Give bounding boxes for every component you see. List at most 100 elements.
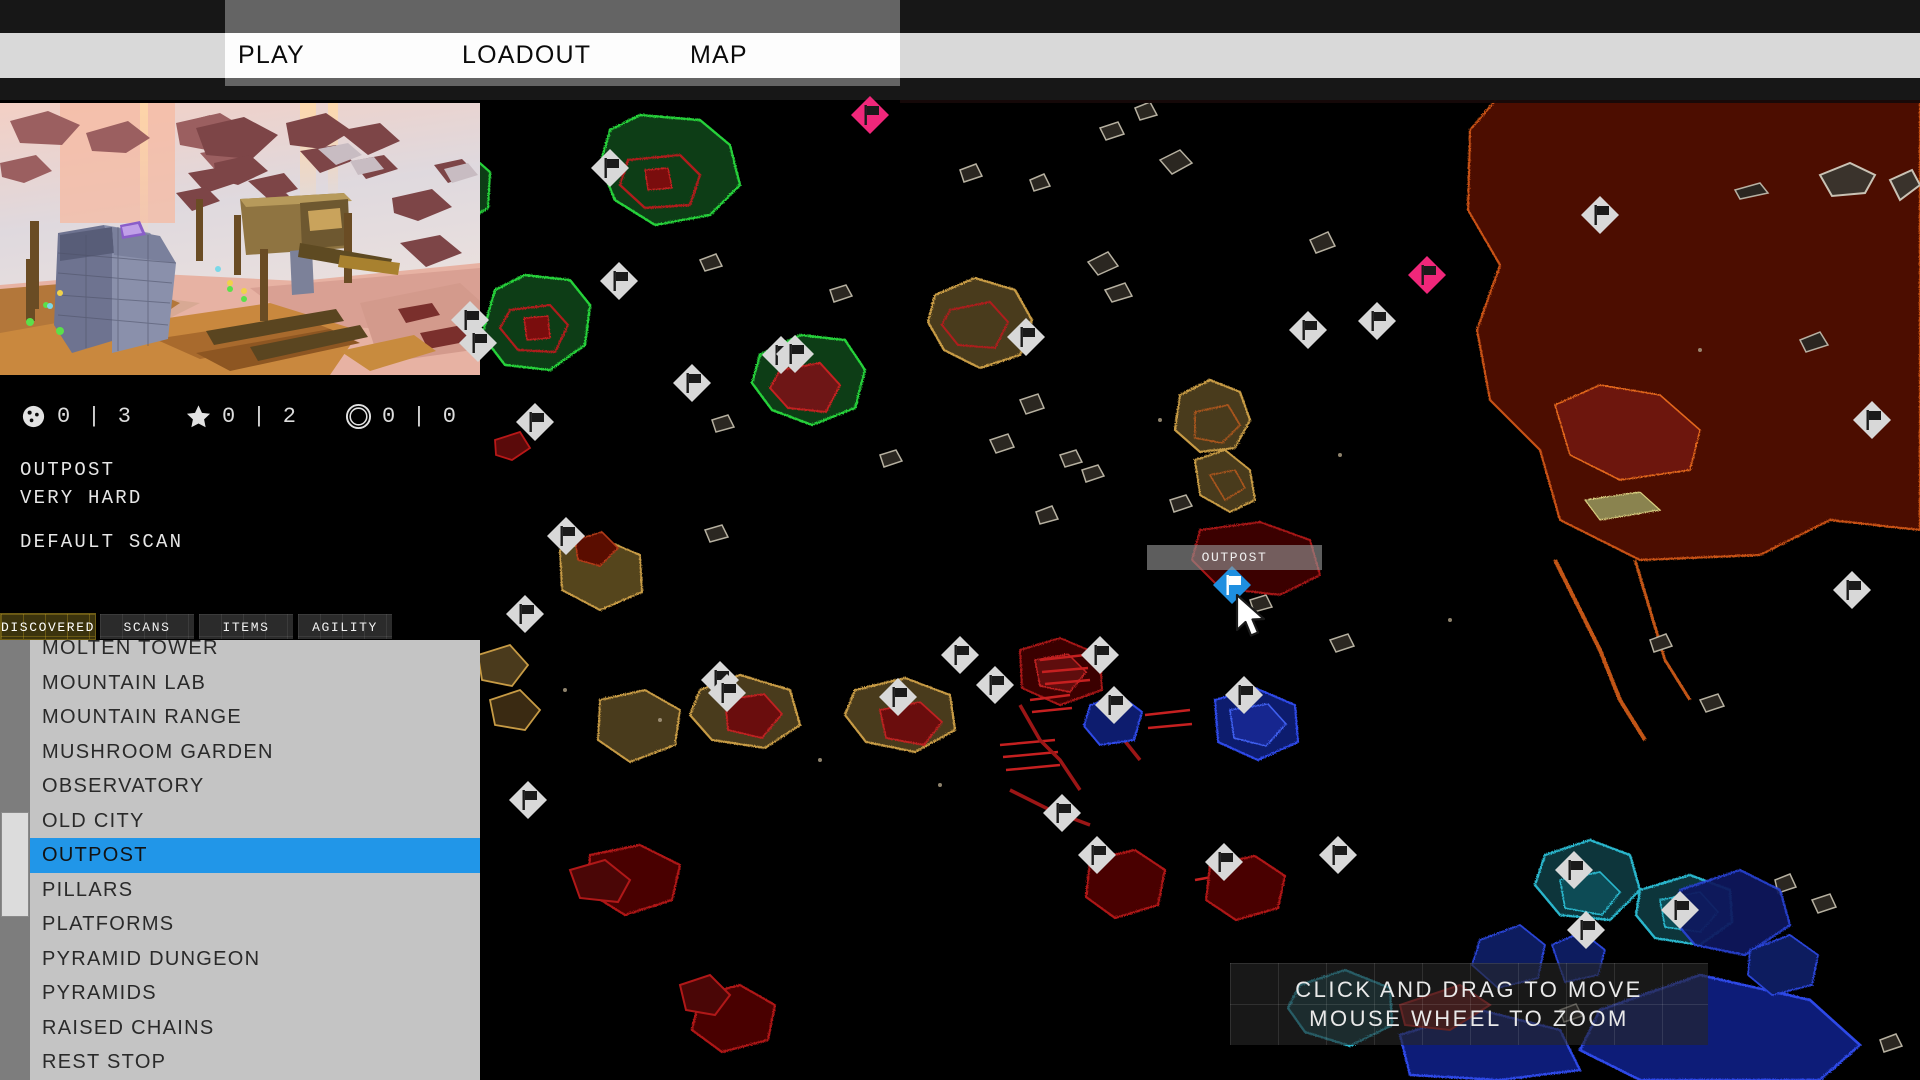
map-marker-flag[interactable] [973,663,1017,707]
map-marker-flag[interactable] [1202,840,1246,884]
map-marker-flag[interactable] [1850,398,1894,442]
list-item[interactable]: REST STOP [30,1045,480,1080]
category-tabs: DISCOVERED SCANS ITEMS AGILITY [0,613,480,640]
map-marker-flag[interactable] [1830,568,1874,612]
map-marker-flag[interactable] [544,514,588,558]
map-marker-flag[interactable] [588,146,632,190]
map-marker-flag[interactable] [513,400,557,444]
flag-marker-icon [591,149,629,187]
discovered-list-panel: MOLTEN TOWER MOUNTAIN LAB MOUNTAIN RANGE MU… [0,640,480,1080]
level-preview-image [0,103,480,375]
map-marker-flag[interactable] [1658,888,1702,932]
flag-marker-icon [1358,302,1396,340]
nav-item-play[interactable]: PLAY [238,33,305,78]
map-screen: PLAY LOADOUT MAP 0 | 3 0 | 2 0 | 0 OUTPO… [0,0,1920,1080]
flag-marker-icon [673,364,711,402]
map-marker-flag[interactable] [1405,253,1449,297]
flag-marker-icon [1081,636,1119,674]
location-scan-mode: DEFAULT SCAN [20,531,184,553]
level-info-panel: 0 | 3 0 | 2 0 | 0 OUTPOST VERY HARD DEFAUL… [0,375,480,628]
stat-eclipse: 0 | 0 [345,403,458,430]
map-marker-flag[interactable] [597,259,641,303]
star-icon [186,405,211,428]
flag-marker-icon [509,781,547,819]
map-marker-flag[interactable] [1092,683,1136,727]
map-marker-flag[interactable] [1222,673,1266,717]
stat-value-collectibles: 0 | 3 [57,404,134,429]
map-marker-flag[interactable] [1004,315,1048,359]
map-marker-flag[interactable] [1075,833,1119,877]
map-marker-flag[interactable] [1578,193,1622,237]
flag-marker-icon [1581,196,1619,234]
list-scrollbar-track[interactable] [0,640,30,1080]
map-marker-flag[interactable] [705,671,749,715]
list-item[interactable]: PILLARS [30,873,480,908]
tab-scans[interactable]: SCANS [99,613,195,640]
flag-marker-icon [1043,794,1081,832]
stat-value-eclipse: 0 | 0 [382,404,459,429]
map-marker-flag[interactable] [506,778,550,822]
flag-marker-icon [1853,401,1891,439]
list-item[interactable]: OBSERVATORY [30,769,480,804]
star-icon [185,403,212,430]
map-marker-flag[interactable] [1564,908,1608,952]
stat-collectibles: 0 | 3 [20,403,133,430]
list-item[interactable]: MOUNTAIN LAB [30,666,480,701]
nav-item-map[interactable]: MAP [690,33,748,78]
flag-marker-icon [1007,318,1045,356]
map-marker-flag[interactable] [848,93,892,137]
flag-marker-icon [776,335,814,373]
list-item[interactable]: MOLTEN TOWER [30,640,480,666]
flag-marker-icon [1095,686,1133,724]
flag-marker-icon [879,678,917,716]
list-item[interactable]: PYRAMIDS [30,976,480,1011]
flag-marker-icon [1289,311,1327,349]
tab-items[interactable]: ITEMS [198,613,294,640]
list-item[interactable]: PLATFORMS [30,907,480,942]
list-item[interactable]: MOUNTAIN RANGE [30,700,480,735]
list-item[interactable]: MUSHROOM GARDEN [30,735,480,770]
nav-item-loadout[interactable]: LOADOUT [462,33,591,78]
discovered-list[interactable]: MOLTEN TOWER MOUNTAIN LAB MOUNTAIN RANGE MU… [30,640,480,1080]
flag-marker-icon [516,403,554,441]
flag-marker-icon [708,674,746,712]
flag-marker-icon [976,666,1014,704]
preview-artwork [0,103,480,375]
cookie-icon [20,403,47,430]
flag-marker-icon [1319,836,1357,874]
list-item[interactable]: OUTPOST [30,838,480,873]
location-difficulty: VERY HARD [20,487,143,509]
flag-marker-icon [1408,256,1446,294]
map-marker-flag[interactable] [456,321,500,365]
list-item[interactable]: RAISED CHAINS [30,1011,480,1046]
map-controls-hint: CLICK AND DRAG TO MOVE MOUSE WHEEL TO ZO… [1230,963,1708,1045]
map-marker-flag[interactable] [503,592,547,636]
map-marker-flag[interactable] [1078,633,1122,677]
map-marker-flag[interactable] [876,675,920,719]
map-marker-flag[interactable] [1040,791,1084,835]
map-marker-flag[interactable] [1316,833,1360,877]
flag-marker-icon [1205,843,1243,881]
map-marker-flag[interactable] [1286,308,1330,352]
eclipse-icon [345,403,372,430]
flag-marker-icon [1555,851,1593,889]
flag-marker-icon [459,324,497,362]
flag-marker-icon [1567,911,1605,949]
map-marker-flag[interactable] [773,332,817,376]
flag-marker-icon [1833,571,1871,609]
tab-discovered[interactable]: DISCOVERED [0,613,96,640]
list-item[interactable]: PYRAMID DUNGEON [30,942,480,977]
list-scrollbar-thumb[interactable] [1,812,29,917]
map-marker-flag[interactable] [1552,848,1596,892]
stat-value-stars: 0 | 2 [222,404,299,429]
map-marker-flag[interactable] [1355,299,1399,343]
hint-line-zoom: MOUSE WHEEL TO ZOOM [1309,1005,1629,1031]
hint-line-move: CLICK AND DRAG TO MOVE [1295,976,1643,1002]
flag-marker-icon [1225,676,1263,714]
flag-marker-icon [1661,891,1699,929]
list-item[interactable]: OLD CITY [30,804,480,839]
flag-marker-icon [600,262,638,300]
map-marker-flag[interactable] [670,361,714,405]
flag-marker-icon [506,595,544,633]
tab-agility[interactable]: AGILITY [297,613,393,640]
